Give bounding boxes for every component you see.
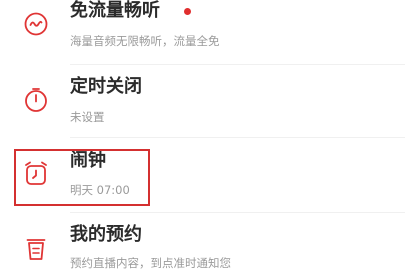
divider [70, 212, 405, 213]
divider [70, 137, 405, 138]
timer-icon [22, 86, 50, 114]
list-item-sleep-timer[interactable]: 定时关闭 未设置 [0, 66, 405, 132]
new-badge-dot [184, 8, 191, 15]
highlight-box [14, 149, 150, 206]
waveform-circle-icon [22, 10, 50, 38]
list-item-free-data-listening[interactable]: 免流量畅听 海量音频无限畅听，流量全免 [0, 0, 405, 60]
item-title: 我的预约 [70, 224, 142, 245]
item-title: 免流量畅听 [70, 0, 160, 21]
item-subtitle: 海量音频无限畅听，流量全免 [70, 34, 220, 48]
item-title: 定时关闭 [70, 76, 142, 97]
settings-list-screen: 免流量畅听 海量音频无限畅听，流量全免 定时关闭 未设置 闹钟 明天 07:00… [0, 0, 405, 270]
item-subtitle: 预约直播内容，到点准时通知您 [70, 256, 231, 270]
item-subtitle: 未设置 [70, 110, 105, 124]
list-item-my-reservations[interactable]: 我的预约 预约直播内容，到点准时通知您 [0, 216, 405, 270]
reservation-cup-icon [22, 234, 50, 262]
divider [70, 64, 405, 65]
